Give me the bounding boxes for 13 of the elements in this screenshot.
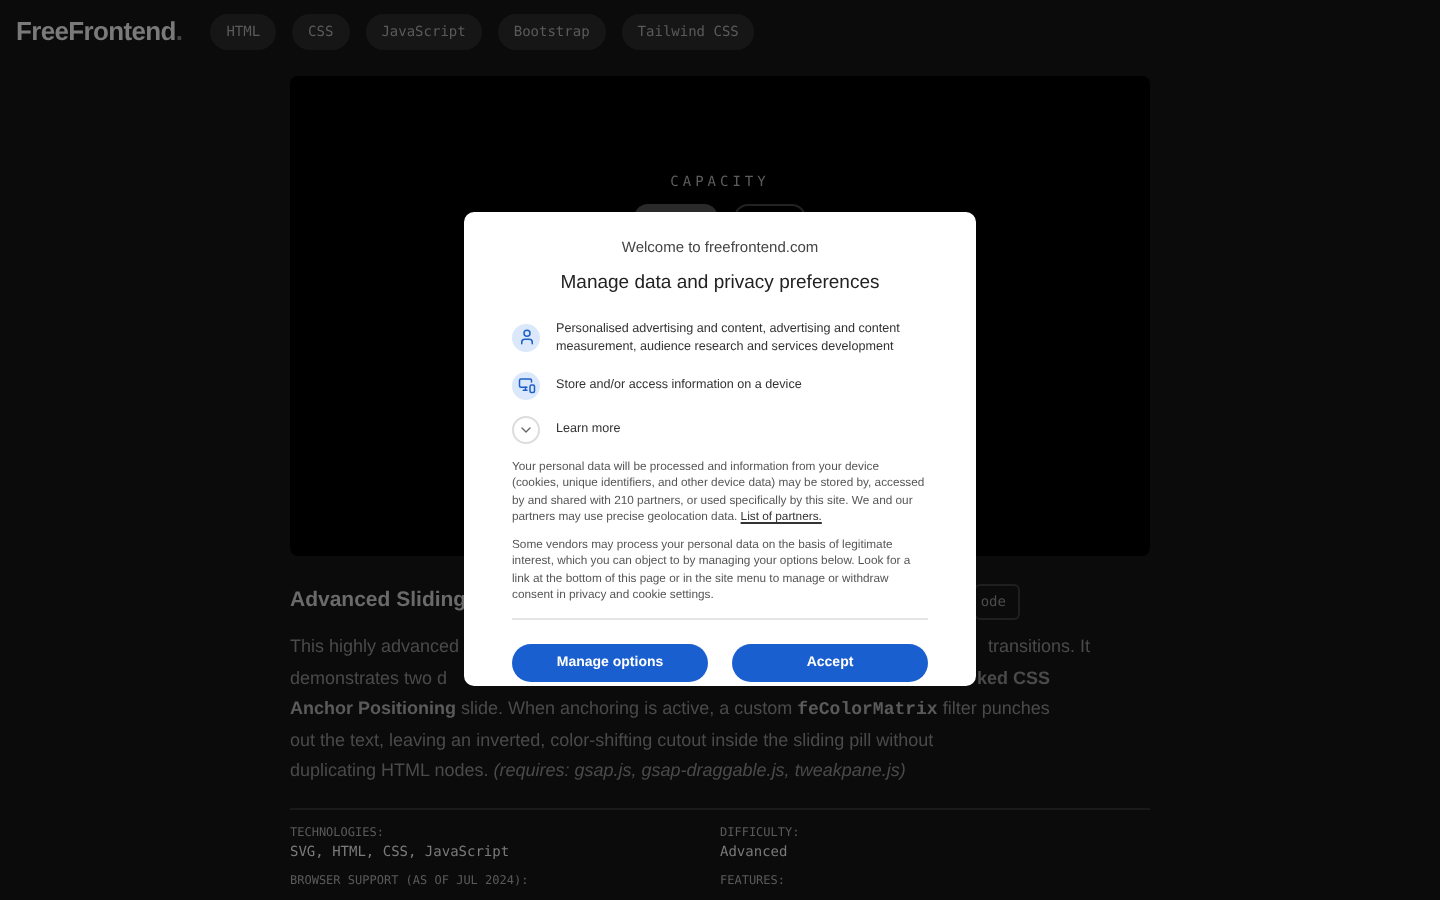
expand-button[interactable] bbox=[512, 415, 540, 443]
paragraph-line: duplicating HTML nodes. (requires: gsap.js, gsap-draggable.js, tweakpane.js) bbox=[290, 758, 908, 784]
paragraph-line: Anchor Positioning slide. When anchoring is active, a custom feColorMatrix filter punches bbox=[290, 696, 1052, 724]
dialog-title: Manage data and privacy preferences bbox=[558, 270, 882, 299]
paragraph-line: out the text, leaving an inverted, color-shifting cutout inside the sliding pill without bbox=[290, 727, 936, 754]
logo[interactable]: FreeFrontend. bbox=[16, 12, 183, 52]
paragraph-line: ked CSS bbox=[976, 665, 1050, 691]
devices-icon bbox=[517, 376, 535, 394]
paragraph-line: This highly advanced bbox=[290, 634, 460, 660]
person-icon bbox=[517, 328, 535, 346]
paragraph-line: demonstrates two d bbox=[290, 665, 448, 691]
paragraph-line: transitions. It bbox=[987, 634, 1090, 660]
article-title: Advanced Sliding bbox=[290, 586, 467, 617]
